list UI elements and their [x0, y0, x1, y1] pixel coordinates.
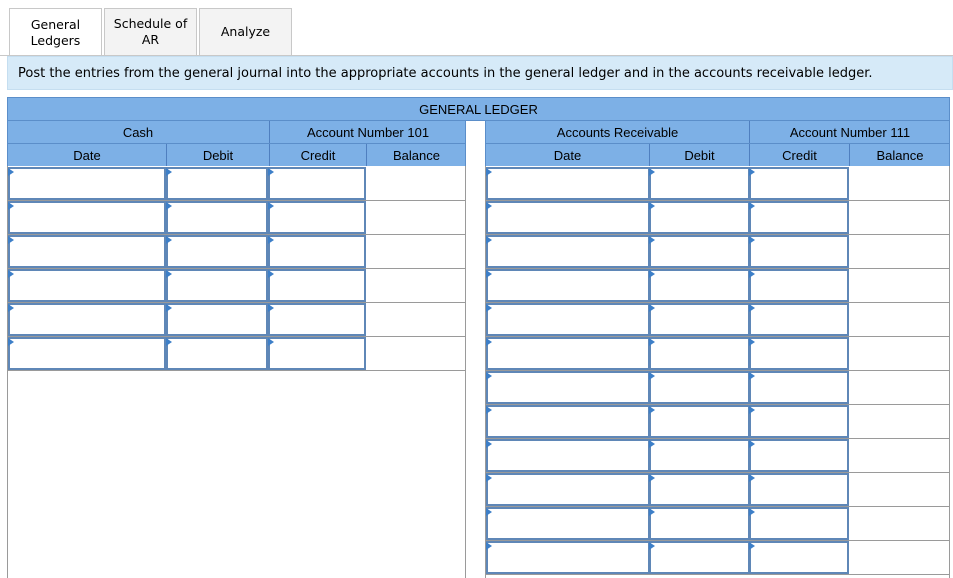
ar-date-input[interactable]	[486, 541, 650, 574]
cash-col-balance: Balance	[393, 147, 440, 163]
tab-schedule-of-ar[interactable]: Schedule of AR	[104, 8, 197, 55]
row-separator	[486, 574, 949, 575]
ar-debit-input[interactable]	[649, 541, 750, 574]
tab-analyze[interactable]: Analyze	[199, 8, 292, 55]
ar-debit-input[interactable]	[649, 507, 750, 540]
cash-credit-input[interactable]	[268, 269, 366, 302]
cash-date-input[interactable]	[8, 201, 166, 234]
cash-col-date: Date	[73, 147, 101, 163]
cash-credit-input[interactable]	[268, 167, 366, 200]
ar-col-date: Date	[553, 147, 582, 163]
cash-debit-input[interactable]	[166, 303, 268, 336]
ar-credit-input[interactable]	[749, 167, 849, 200]
ar-credit-input[interactable]	[749, 473, 849, 506]
cash-col-credit: Credit	[300, 147, 336, 163]
ar-date-input[interactable]	[486, 371, 650, 404]
ar-ledger-body	[485, 166, 950, 578]
ar-date-input[interactable]	[486, 167, 650, 200]
cash-debit-input[interactable]	[166, 167, 268, 200]
ar-column-headers: Date Debit Credit Balance	[485, 143, 950, 167]
cash-date-input[interactable]	[8, 337, 166, 370]
ar-date-input[interactable]	[486, 439, 650, 472]
ar-col-debit: Debit	[684, 147, 715, 163]
ar-debit-input[interactable]	[649, 337, 750, 370]
ar-date-input[interactable]	[486, 405, 650, 438]
cash-debit-input[interactable]	[166, 337, 268, 370]
ar-col-balance: Balance	[876, 147, 924, 163]
ar-date-input[interactable]	[486, 235, 650, 268]
ar-date-input[interactable]	[486, 473, 650, 506]
ar-debit-input[interactable]	[649, 473, 750, 506]
cash-credit-input[interactable]	[268, 337, 366, 370]
cash-credit-input[interactable]	[268, 303, 366, 336]
ar-credit-input[interactable]	[749, 235, 849, 268]
cash-debit-input[interactable]	[166, 235, 268, 268]
cash-account-number: Account Number 101	[306, 124, 430, 140]
ar-debit-input[interactable]	[649, 269, 750, 302]
cash-col-debit: Debit	[202, 147, 234, 163]
ar-credit-input[interactable]	[749, 507, 849, 540]
cash-account-name: Cash	[122, 124, 154, 140]
ar-debit-input[interactable]	[649, 371, 750, 404]
cash-column-headers: Date Debit Credit Balance	[7, 143, 466, 167]
cash-date-input[interactable]	[8, 167, 166, 200]
ar-debit-input[interactable]	[649, 439, 750, 472]
cash-credit-input[interactable]	[268, 201, 366, 234]
row-separator	[8, 370, 465, 371]
general-ledger-title: GENERAL LEDGER	[7, 97, 950, 121]
ar-credit-input[interactable]	[749, 201, 849, 234]
ar-credit-input[interactable]	[749, 303, 849, 336]
cash-date-input[interactable]	[8, 235, 166, 268]
tab-general-ledgers[interactable]: General Ledgers	[9, 8, 102, 56]
cash-ledger-body	[7, 166, 466, 578]
cash-date-input[interactable]	[8, 269, 166, 302]
ar-account-header: Accounts Receivable Account Number 111	[485, 120, 950, 144]
ar-credit-input[interactable]	[749, 371, 849, 404]
ar-debit-input[interactable]	[649, 303, 750, 336]
cash-account-header: Cash Account Number 101	[7, 120, 466, 144]
ar-credit-input[interactable]	[749, 405, 849, 438]
general-ledger-title-text: GENERAL LEDGER	[419, 101, 538, 117]
ar-date-input[interactable]	[486, 337, 650, 370]
ar-debit-input[interactable]	[649, 201, 750, 234]
ar-date-input[interactable]	[486, 507, 650, 540]
cash-debit-input[interactable]	[166, 269, 268, 302]
ar-date-input[interactable]	[486, 303, 650, 336]
ar-credit-input[interactable]	[749, 541, 849, 574]
cash-credit-input[interactable]	[268, 235, 366, 268]
ar-date-input[interactable]	[486, 201, 650, 234]
ar-credit-input[interactable]	[749, 269, 849, 302]
ar-debit-input[interactable]	[649, 235, 750, 268]
ar-account-name: Accounts Receivable	[556, 124, 679, 140]
instruction-text: Post the entries from the general journa…	[7, 56, 953, 90]
ar-date-input[interactable]	[486, 269, 650, 302]
ar-account-number: Account Number 111	[789, 124, 911, 140]
ar-debit-input[interactable]	[649, 167, 750, 200]
cash-date-input[interactable]	[8, 303, 166, 336]
cash-debit-input[interactable]	[166, 201, 268, 234]
ar-debit-input[interactable]	[649, 405, 750, 438]
ar-credit-input[interactable]	[749, 337, 849, 370]
ar-credit-input[interactable]	[749, 439, 849, 472]
ar-col-credit: Credit	[782, 147, 817, 163]
